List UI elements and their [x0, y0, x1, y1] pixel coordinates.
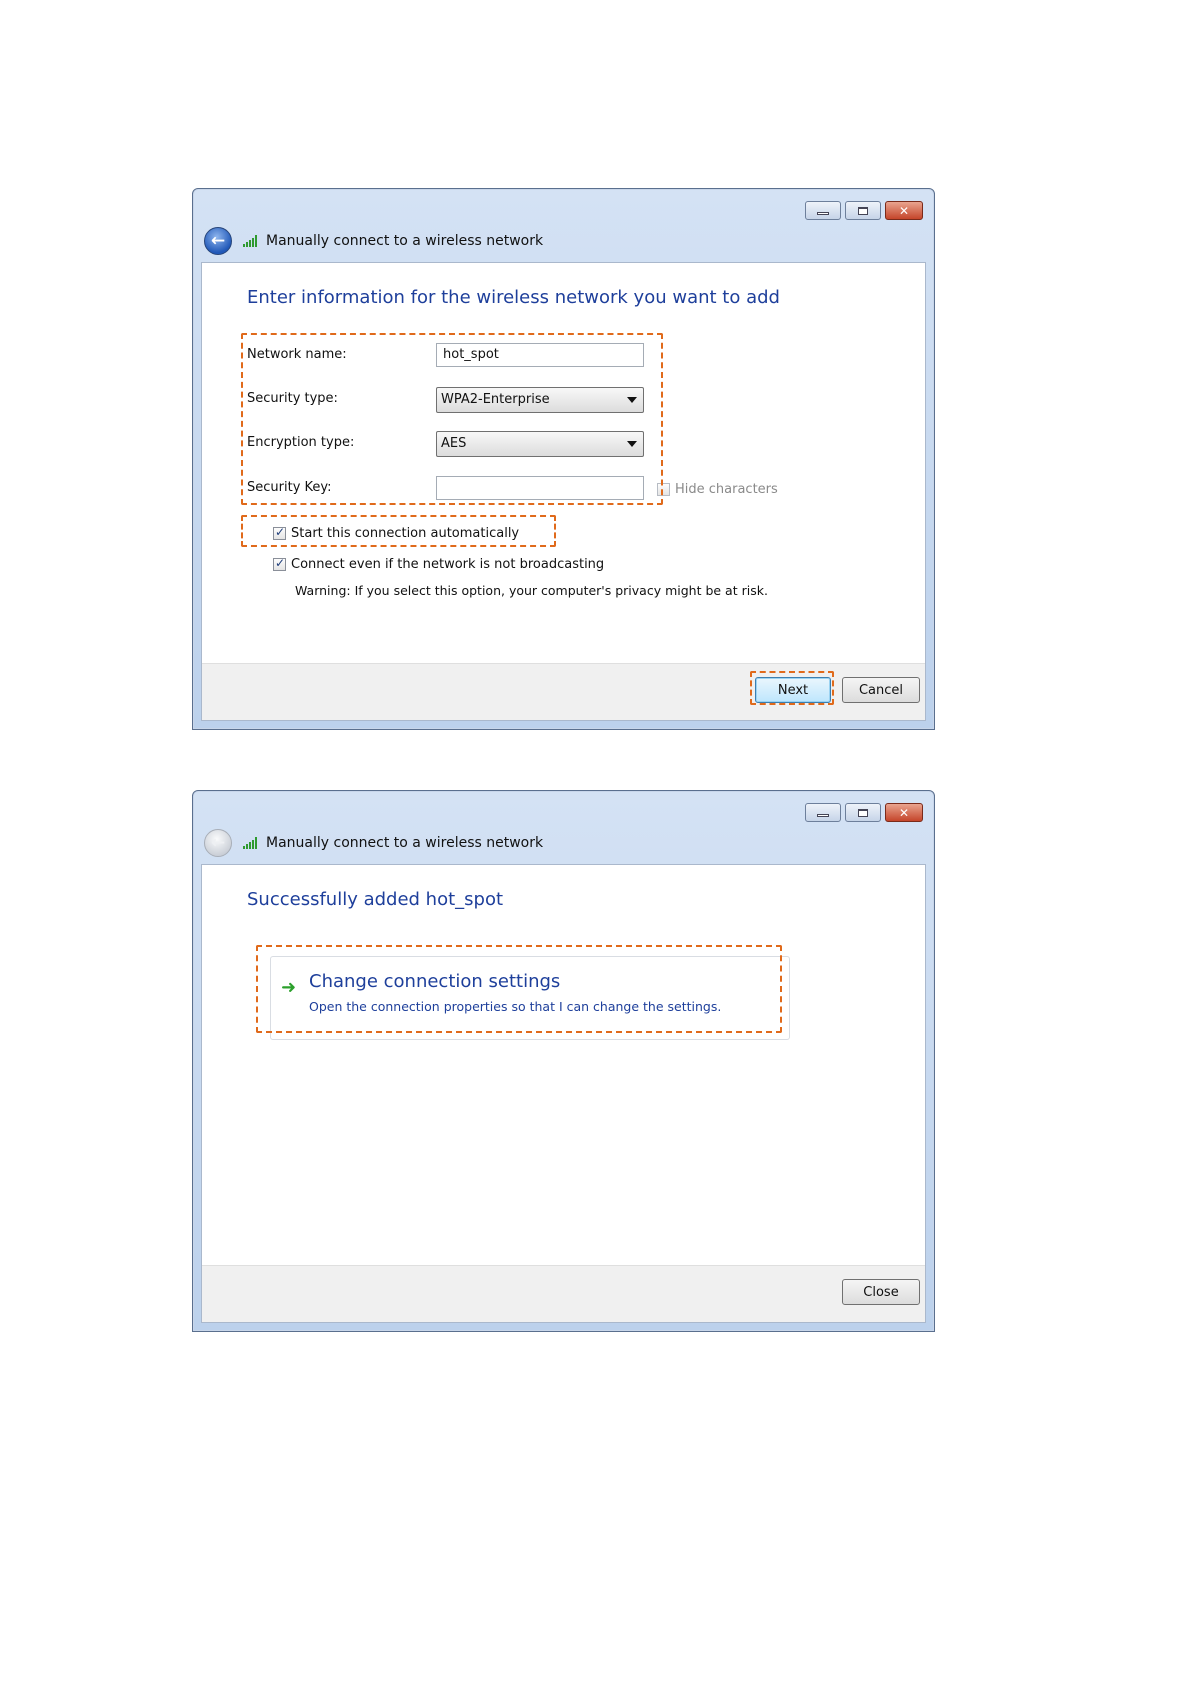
page-heading: Enter information for the wireless netwo… [247, 287, 780, 308]
next-button[interactable]: Next [755, 677, 831, 703]
privacy-warning: Warning: If you select this option, your… [295, 583, 768, 598]
wireless-signal-icon [243, 235, 257, 247]
start-automatically-option[interactable]: Start this connection automatically [273, 525, 520, 541]
change-settings-title: Change connection settings [309, 971, 561, 992]
security-key-label: Security Key: [247, 480, 332, 495]
back-button[interactable]: ← [204, 227, 232, 255]
wireless-setup-window: ✕ ← Manually connect to a wireless netwo… [192, 188, 935, 730]
cancel-button[interactable]: Cancel [842, 677, 920, 703]
security-type-select[interactable]: WPA2-Enterprise [436, 387, 644, 413]
close-icon: ✕ [898, 805, 910, 820]
dropdown-arrow-icon [627, 441, 637, 447]
start-automatically-checkbox[interactable] [273, 525, 286, 540]
wireless-success-window: ✕ ← Manually connect to a wireless netwo… [192, 790, 935, 1332]
window-title: Manually connect to a wireless network [266, 835, 544, 851]
network-name-field[interactable]: hot_spot [436, 343, 644, 367]
page-heading: Successfully added hot_spot [247, 889, 504, 910]
dialog-content: Enter information for the wireless netwo… [201, 262, 926, 721]
green-arrow-icon: ➜ [281, 977, 297, 998]
back-arrow-icon: ← [210, 230, 226, 251]
change-settings-link[interactable]: ➜ Change connection settings Open the co… [270, 956, 790, 1040]
dialog-footer: Next Cancel [202, 663, 925, 720]
close-window-button[interactable]: ✕ [885, 201, 923, 220]
wireless-signal-icon [243, 837, 257, 849]
connect-even-checkbox[interactable] [273, 556, 286, 571]
hide-characters-checkbox[interactable] [657, 483, 670, 496]
title-bar: ← Manually connect to a wireless network [204, 226, 924, 256]
close-button[interactable]: Close [842, 1279, 920, 1305]
minimize-icon [817, 813, 829, 817]
dialog-footer: Close [202, 1265, 925, 1322]
encryption-type-value: AES [441, 436, 467, 451]
security-type-value: WPA2-Enterprise [441, 392, 550, 407]
hide-characters-label: Hide characters [675, 482, 778, 497]
encryption-type-select[interactable]: AES [436, 431, 644, 457]
encryption-type-label: Encryption type: [247, 435, 355, 450]
hide-characters-option[interactable]: Hide characters [657, 482, 778, 497]
maximize-icon [858, 206, 868, 215]
dropdown-arrow-icon [627, 397, 637, 403]
minimize-button[interactable] [805, 803, 841, 822]
close-icon: ✕ [898, 203, 910, 218]
maximize-button[interactable] [845, 201, 881, 220]
close-window-button[interactable]: ✕ [885, 803, 923, 822]
back-button: ← [204, 829, 232, 857]
security-key-field[interactable] [436, 476, 644, 500]
start-automatically-label: Start this connection automatically [291, 526, 520, 541]
security-type-label: Security type: [247, 391, 338, 406]
change-settings-description: Open the connection properties so that I… [309, 999, 722, 1014]
window-controls: ✕ [805, 803, 923, 822]
back-arrow-icon: ← [210, 832, 226, 853]
minimize-button[interactable] [805, 201, 841, 220]
maximize-button[interactable] [845, 803, 881, 822]
connect-even-option[interactable]: Connect even if the network is not broad… [273, 556, 605, 572]
network-name-label: Network name: [247, 347, 347, 362]
minimize-icon [817, 211, 829, 215]
window-controls: ✕ [805, 201, 923, 220]
window-title: Manually connect to a wireless network [266, 233, 544, 249]
connect-even-label: Connect even if the network is not broad… [291, 557, 605, 572]
dialog-content: Successfully added hot_spot ➜ Change con… [201, 864, 926, 1323]
title-bar: ← Manually connect to a wireless network [204, 828, 924, 858]
maximize-icon [858, 808, 868, 817]
